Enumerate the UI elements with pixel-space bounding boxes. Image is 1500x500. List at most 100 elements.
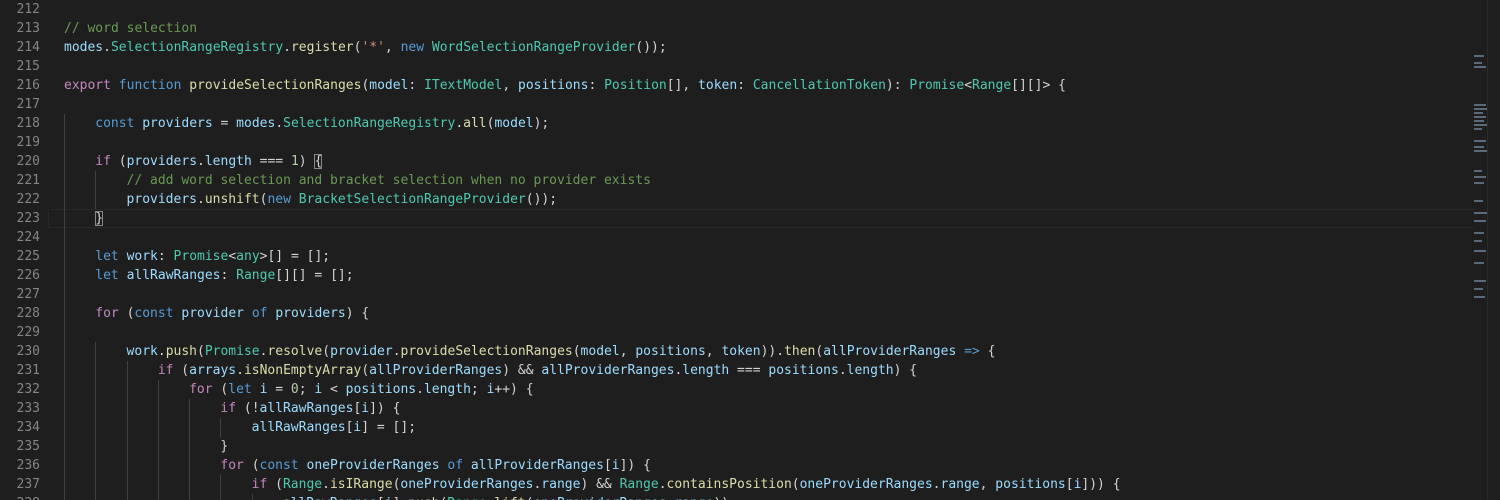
- code-token: ) &&: [580, 476, 620, 492]
- code-token: i: [361, 400, 370, 416]
- code-token: (: [197, 343, 205, 359]
- line-number: 236: [16, 457, 40, 473]
- code-area[interactable]: // word selection modes.SelectionRangeReg…: [48, 0, 1480, 500]
- code-token: oneProviderRanges: [799, 476, 933, 492]
- indent-guide: [64, 113, 65, 133]
- indent-guide: [220, 417, 222, 437]
- indent-guide: [220, 493, 222, 500]
- code-line: if (Range.isIRange(oneProviderRanges.ran…: [252, 475, 1121, 494]
- indent-guide: [64, 417, 65, 437]
- code-token: providers: [275, 305, 346, 321]
- indent-guide: [95, 170, 97, 190]
- line-number-gutter[interactable]: 212 213 214 215 216 217 218 219 220 221 222 223 224 2…: [0, 0, 48, 500]
- code-token: allProviderRanges: [369, 362, 503, 378]
- indent-guide: [157, 398, 159, 418]
- code-token: ])) {: [1081, 476, 1121, 492]
- code-line: allRawRanges[i].push(Range.lift(oneProvi…: [283, 494, 737, 500]
- indent-guide: [64, 246, 65, 266]
- minimap-line: [1474, 108, 1488, 110]
- indent-guide: [64, 493, 65, 500]
- indent-guide: [64, 398, 65, 418]
- code-token: push: [408, 496, 439, 500]
- code-token: token: [698, 77, 738, 93]
- code-token: {: [979, 343, 996, 359]
- code-token: new: [267, 191, 291, 207]
- indent-guide: [189, 436, 191, 456]
- code-token: range: [940, 476, 980, 492]
- indent-guide: [95, 455, 97, 475]
- code-token: modes: [236, 115, 276, 131]
- line-number: 222: [16, 191, 40, 207]
- line-number: 214: [16, 39, 40, 55]
- code-token: positions: [635, 343, 706, 359]
- code-token: (: [110, 153, 127, 169]
- line-number: 226: [16, 267, 40, 283]
- code-token: ===: [251, 153, 291, 169]
- code-token: [: [377, 496, 385, 500]
- code-token: '*': [361, 39, 385, 55]
- code-token: ) {: [345, 305, 370, 321]
- code-token: Promise: [909, 77, 965, 93]
- code-token: provideSelectionRanges: [189, 77, 362, 93]
- indent-guide: [64, 284, 65, 304]
- code-token: any: [236, 248, 260, 264]
- code-token: range: [674, 496, 713, 500]
- code-token: isIRange: [329, 476, 393, 492]
- minimap-line: [1474, 296, 1485, 298]
- indent-guide: [189, 493, 191, 500]
- code-token: i: [314, 381, 323, 397]
- minimap-line: [1474, 176, 1486, 178]
- indent-guide: [251, 493, 253, 500]
- code-token: positions: [518, 77, 589, 93]
- indent-guide: [64, 322, 65, 342]
- indent-guide: [64, 379, 65, 399]
- minimap-line: [1474, 288, 1483, 290]
- code-token: 1: [290, 153, 299, 169]
- code-token: {: [314, 153, 323, 169]
- code-token: ,: [502, 77, 518, 93]
- indent-guide: [189, 474, 191, 494]
- code-token: .: [658, 476, 667, 492]
- code-token: positions: [345, 381, 417, 397]
- indent-guide: [157, 417, 159, 437]
- code-token: oneProviderRanges: [400, 476, 534, 492]
- indent-guide: [126, 493, 128, 500]
- vertical-scrollbar[interactable]: [1487, 0, 1500, 500]
- code-token: positions: [768, 362, 839, 378]
- code-token: modes: [64, 39, 104, 55]
- indent-guide: [64, 132, 65, 152]
- indent-guide: [189, 398, 191, 418]
- code-token: allRawRanges: [126, 267, 221, 283]
- line-number: 234: [16, 419, 40, 435]
- code-line: providers.unshift(new BracketSelectionRa…: [127, 190, 558, 209]
- code-token: .: [283, 39, 291, 55]
- code-token: :: [588, 77, 605, 93]
- code-token: allRawRanges: [259, 400, 354, 416]
- code-token: ;: [298, 381, 315, 397]
- code-token: lift: [494, 496, 525, 500]
- code-token: ITextModel: [424, 77, 503, 93]
- code-token: provideSelectionRanges: [400, 343, 573, 359]
- code-token: ): [298, 153, 315, 169]
- indent-guide: [126, 398, 128, 418]
- code-token: (: [267, 476, 283, 492]
- indent-guide: [126, 455, 128, 475]
- indent-guide: [64, 227, 65, 247]
- minimap-line: [1474, 140, 1486, 142]
- code-token: model: [494, 115, 534, 131]
- indent-guide: [126, 379, 128, 399]
- code-token: (: [243, 457, 260, 473]
- code-token: [: [1065, 476, 1074, 492]
- code-token: provider: [181, 305, 244, 321]
- code-editor[interactable]: 212 213 214 215 216 217 218 219 220 221 222 223 224 2…: [0, 0, 1500, 500]
- minimap[interactable]: [1474, 0, 1488, 500]
- indent-guide: [64, 436, 65, 456]
- code-line: for (let i = 0; i < positions.length; i+…: [189, 380, 533, 399]
- line-number: 235: [16, 438, 40, 454]
- code-token: new: [400, 39, 425, 55]
- line-number: 225: [16, 248, 40, 264]
